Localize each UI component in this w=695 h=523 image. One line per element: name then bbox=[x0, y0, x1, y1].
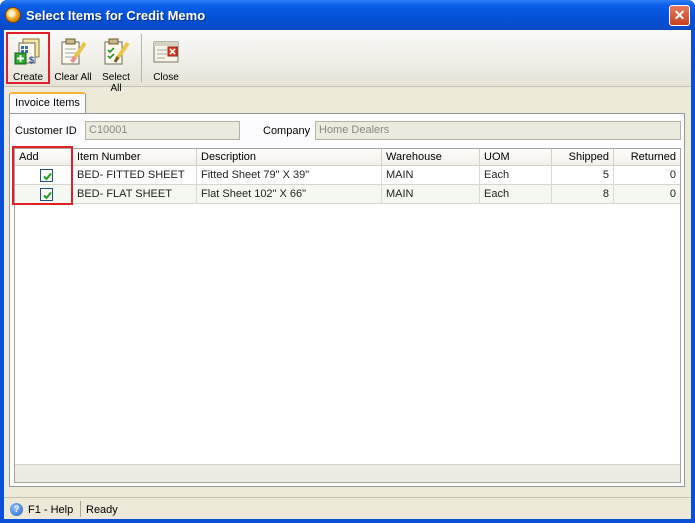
checkbox-checked-icon bbox=[43, 172, 52, 181]
status-separator bbox=[80, 501, 81, 517]
grid-footer bbox=[15, 464, 680, 482]
window-close-button[interactable]: ✕ bbox=[669, 5, 690, 26]
close-label: Close bbox=[153, 72, 179, 83]
company-field[interactable]: Home Dealers bbox=[315, 121, 681, 140]
title-bar[interactable]: Select Items for Credit Memo ✕ bbox=[0, 0, 695, 30]
company-label: Company bbox=[263, 125, 311, 137]
status-text: Ready bbox=[86, 504, 118, 516]
help-icon[interactable]: ? bbox=[10, 503, 23, 516]
returned-cell[interactable]: 0 bbox=[614, 166, 680, 185]
shipped-cell: 8 bbox=[552, 185, 614, 204]
column-header-item-number[interactable]: Item Number bbox=[73, 149, 197, 166]
create-label: Create bbox=[12, 72, 43, 83]
select-all-icon bbox=[104, 38, 130, 65]
add-cell bbox=[15, 185, 73, 204]
dialog-window: Select Items for Credit Memo ✕ $ Create bbox=[0, 0, 695, 523]
description-cell: Fitted Sheet 79" X 39" bbox=[197, 166, 382, 185]
clear-all-button[interactable]: Clear All bbox=[53, 32, 93, 84]
clear-all-icon bbox=[61, 38, 87, 65]
add-checkbox[interactable] bbox=[40, 188, 53, 201]
invoice-items-grid: Add Item Number Description Warehouse UO… bbox=[14, 148, 681, 483]
close-doc-icon bbox=[153, 41, 179, 63]
toolbar-separator bbox=[141, 34, 142, 82]
dialog-body: $ Create Clear All Select All Close Invo… bbox=[4, 30, 691, 519]
warehouse-cell: MAIN bbox=[382, 185, 480, 204]
column-header-warehouse[interactable]: Warehouse bbox=[382, 149, 480, 166]
add-checkbox[interactable] bbox=[40, 169, 53, 182]
window-title: Select Items for Credit Memo bbox=[26, 8, 206, 23]
grid-header: Add Item Number Description Warehouse UO… bbox=[15, 149, 680, 166]
uom-cell: Each bbox=[480, 166, 552, 185]
add-cell bbox=[15, 166, 73, 185]
customer-id-label: Customer ID bbox=[15, 125, 77, 137]
table-row[interactable]: BED- FITTED SHEET Fitted Sheet 79" X 39"… bbox=[15, 166, 680, 185]
item-number-cell: BED- FLAT SHEET bbox=[73, 185, 197, 204]
help-text[interactable]: F1 - Help bbox=[28, 504, 73, 516]
warehouse-cell: MAIN bbox=[382, 166, 480, 185]
create-button[interactable]: $ Create bbox=[6, 32, 50, 84]
column-header-shipped[interactable]: Shipped bbox=[552, 149, 614, 166]
app-icon bbox=[5, 7, 21, 23]
shipped-cell: 5 bbox=[552, 166, 614, 185]
customer-id-field[interactable]: C10001 bbox=[85, 121, 240, 140]
clear-all-label: Clear All bbox=[54, 72, 92, 83]
select-all-button[interactable]: Select All bbox=[96, 32, 136, 94]
table-row[interactable]: BED- FLAT SHEET Flat Sheet 102" X 66" MA… bbox=[15, 185, 680, 204]
close-button[interactable]: Close bbox=[146, 32, 186, 84]
item-number-cell: BED- FITTED SHEET bbox=[73, 166, 197, 185]
select-all-label: Select All bbox=[102, 72, 130, 94]
returned-cell[interactable]: 0 bbox=[614, 185, 680, 204]
status-bar: ? F1 - Help Ready bbox=[4, 497, 691, 519]
column-header-uom[interactable]: UOM bbox=[480, 149, 552, 166]
create-icon: $ bbox=[14, 38, 40, 65]
tab-invoice-items[interactable]: Invoice Items bbox=[9, 92, 86, 114]
column-header-add[interactable]: Add bbox=[15, 149, 73, 166]
invoice-items-panel: Customer ID C10001 Company Home Dealers … bbox=[9, 113, 685, 487]
svg-text:$: $ bbox=[29, 55, 34, 65]
column-header-returned[interactable]: Returned bbox=[614, 149, 680, 166]
uom-cell: Each bbox=[480, 185, 552, 204]
checkbox-checked-icon bbox=[43, 191, 52, 200]
toolbar: $ Create Clear All Select All Close bbox=[4, 30, 691, 94]
description-cell: Flat Sheet 102" X 66" bbox=[197, 185, 382, 204]
column-header-description[interactable]: Description bbox=[197, 149, 382, 166]
